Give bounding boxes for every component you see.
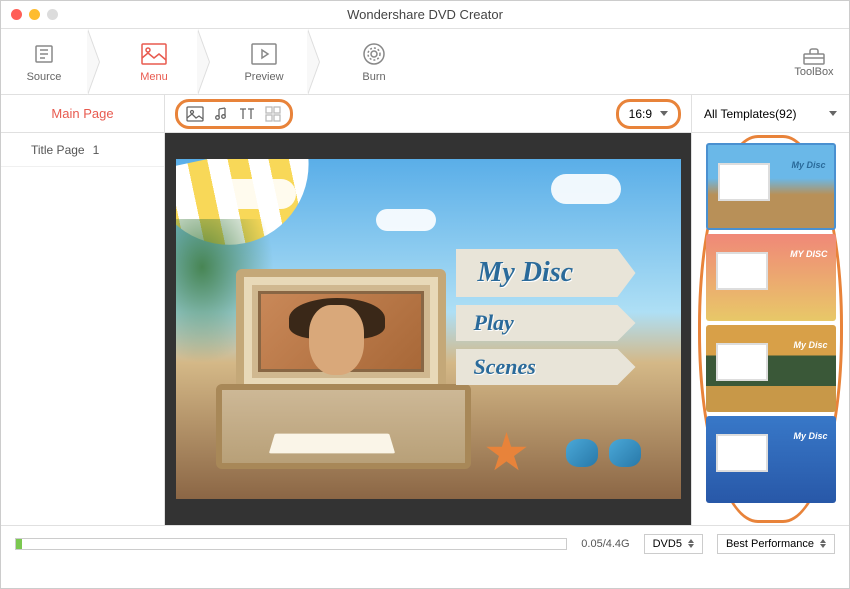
template-item[interactable]: MY DISC <box>706 234 836 321</box>
aspect-value: 16:9 <box>629 107 652 121</box>
tab-source[interactable]: Source <box>1 29 87 95</box>
close-icon[interactable] <box>11 9 22 20</box>
template-item[interactable]: My Disc <box>706 325 836 412</box>
center-panel: 16:9 My Disc Play <box>165 95 692 525</box>
stepper-icon <box>688 539 694 548</box>
chevron-down-icon <box>660 111 668 116</box>
tab-label: Preview <box>244 71 283 83</box>
tab-preview[interactable]: Preview <box>221 29 307 95</box>
menu-preview[interactable]: My Disc Play Scenes <box>176 159 681 499</box>
aspect-ratio-select[interactable]: 16:9 <box>616 99 681 129</box>
template-title: MY DISC <box>790 249 827 259</box>
tab-burn[interactable]: Burn <box>331 29 417 95</box>
menu-scenes-button[interactable]: Scenes <box>456 349 636 385</box>
quality-value: Best Performance <box>726 538 814 550</box>
chevron-down-icon <box>829 111 837 116</box>
tab-label: Menu <box>140 71 168 83</box>
tab-label: Source <box>27 71 62 83</box>
disc-size-label: 0.05/4.4G <box>581 538 629 550</box>
templates-list[interactable]: My Disc MY DISC My Disc My Disc <box>692 133 849 525</box>
sidebar-item-index: 1 <box>93 143 100 157</box>
tab-menu[interactable]: Menu <box>111 29 197 95</box>
menu-toolbar: 16:9 <box>165 95 691 133</box>
preview-area: My Disc Play Scenes <box>165 133 691 525</box>
starfish-graphic <box>486 432 528 474</box>
menu-play-button[interactable]: Play <box>456 305 636 341</box>
disc-capacity-bar <box>15 538 567 550</box>
window-controls <box>11 9 58 20</box>
titlebar: Wondershare DVD Creator <box>1 1 849 29</box>
template-item[interactable]: My Disc <box>706 416 836 503</box>
burn-icon <box>361 41 387 67</box>
source-icon <box>31 41 57 67</box>
minimize-icon[interactable] <box>29 9 40 20</box>
sidebar-item-title-page[interactable]: Title Page 1 <box>1 133 164 167</box>
sidebar: Main Page Title Page 1 <box>1 95 165 525</box>
toolbox-button[interactable]: ToolBox <box>779 29 849 95</box>
menu-icon <box>141 41 167 67</box>
templates-header-label: All Templates(92) <box>704 107 796 121</box>
menu-buttons: My Disc Play Scenes <box>456 249 636 393</box>
sunglasses-graphic <box>566 439 641 469</box>
templates-dropdown[interactable]: All Templates(92) <box>692 95 849 133</box>
sidebar-header[interactable]: Main Page <box>1 95 164 133</box>
bottom-bar: 0.05/4.4G DVD5 Best Performance <box>1 525 849 561</box>
template-item[interactable]: My Disc <box>706 143 836 230</box>
suitcase-graphic <box>216 269 471 469</box>
maximize-icon <box>47 9 58 20</box>
chapters-button[interactable] <box>262 103 284 125</box>
step-tabs: Source Menu Preview Burn ToolBox <box>1 29 849 95</box>
preview-icon <box>251 41 277 67</box>
edit-tools-group <box>175 99 293 129</box>
templates-panel: All Templates(92) My Disc MY DISC My Dis… <box>692 95 849 525</box>
sidebar-item-label: Title Page <box>31 143 85 157</box>
menu-title[interactable]: My Disc <box>456 249 636 297</box>
toolbox-label: ToolBox <box>794 66 833 78</box>
template-title: My Disc <box>793 431 827 441</box>
quality-select[interactable]: Best Performance <box>717 534 835 554</box>
text-button[interactable] <box>236 103 258 125</box>
background-image-button[interactable] <box>184 103 206 125</box>
disc-type-value: DVD5 <box>653 538 682 550</box>
disc-type-select[interactable]: DVD5 <box>644 534 703 554</box>
window-title: Wondershare DVD Creator <box>347 7 503 22</box>
stepper-icon <box>820 539 826 548</box>
toolbox-icon <box>802 46 826 66</box>
background-music-button[interactable] <box>210 103 232 125</box>
capacity-fill <box>16 539 22 549</box>
template-title: My Disc <box>791 160 825 170</box>
video-thumbnail-frame[interactable] <box>252 285 430 378</box>
template-title: My Disc <box>793 340 827 350</box>
tab-label: Burn <box>362 71 385 83</box>
